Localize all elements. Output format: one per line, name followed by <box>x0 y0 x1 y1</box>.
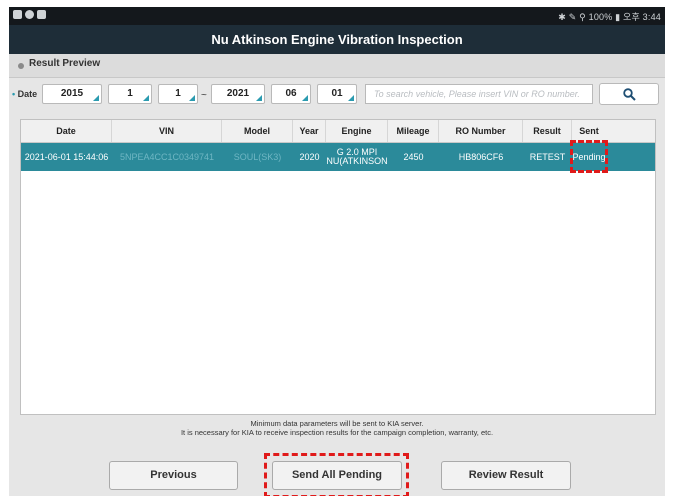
send-all-highlight-box <box>264 453 409 496</box>
table-row[interactable]: 2021-06-01 15:44:06 5NPEA4CC1C0349741 SO… <box>21 143 655 171</box>
date-filter-label: • Date <box>12 89 38 99</box>
cell-result: RETEST <box>529 151 566 162</box>
to-month-select[interactable]: 06 <box>271 84 311 104</box>
table-header: Date VIN Model Year Engine Mileage RO Nu… <box>21 120 655 143</box>
dropdown-corner-icon <box>143 95 149 101</box>
cell-model: SOUL(SK3) <box>233 151 282 162</box>
col-header-date[interactable]: Date <box>21 120 112 142</box>
section-title: Result Preview <box>29 58 101 69</box>
section-header: Result Preview <box>9 54 665 78</box>
col-header-mileage[interactable]: Mileage <box>388 120 439 142</box>
search-button[interactable] <box>599 83 659 105</box>
app-window: ✱ ✎ ⚲ 100% ▮ 오후 3:44 Nu Atkinson Engine … <box>9 7 665 496</box>
dropdown-corner-icon <box>189 95 195 101</box>
from-day-value: 1 <box>175 88 181 99</box>
status-bar: ✱ ✎ ⚲ 100% ▮ 오후 3:44 <box>9 7 665 25</box>
review-result-button[interactable]: Review Result <box>441 461 571 490</box>
to-month-value: 06 <box>285 88 297 99</box>
to-day-select[interactable]: 01 <box>317 84 357 104</box>
cell-date: 2021-06-01 15:44:06 <box>24 151 109 162</box>
briefcase-icon <box>37 10 46 19</box>
cell-year: 2020 <box>299 151 320 162</box>
col-header-result[interactable]: Result <box>523 120 572 142</box>
col-header-year[interactable]: Year <box>293 120 326 142</box>
pending-highlight-box <box>570 140 608 173</box>
status-indicators: ✱ ✎ ⚲ 100% ▮ 오후 3:44 <box>558 12 661 22</box>
col-header-engine[interactable]: Engine <box>326 120 388 142</box>
message-icon <box>25 10 34 19</box>
dropdown-corner-icon <box>93 95 99 101</box>
date-filter-row: • Date 2015 1 1 ~ 2021 06 01 <box>9 82 665 108</box>
date-range-separator: ~ <box>201 90 207 101</box>
to-year-select[interactable]: 2021 <box>211 84 265 104</box>
to-year-value: 2021 <box>226 88 250 99</box>
col-header-ro-number[interactable]: RO Number <box>439 120 523 142</box>
info-note-line-2: It is necessary for KIA to receive inspe… <box>180 428 494 437</box>
dropdown-corner-icon <box>302 95 308 101</box>
results-table: Date VIN Model Year Engine Mileage RO Nu… <box>20 119 656 415</box>
cell-mileage: 2450 <box>403 151 424 162</box>
cell-ro-number: HB806CF6 <box>458 151 504 162</box>
page-title: Nu Atkinson Engine Vibration Inspection <box>9 25 665 54</box>
gallery-icon <box>13 10 22 19</box>
bottom-action-bar: Previous Send All Pending Review Result <box>9 444 665 496</box>
info-note: Minimum data parameters will be sent to … <box>9 419 665 437</box>
dropdown-corner-icon <box>256 95 262 101</box>
from-month-value: 1 <box>127 88 133 99</box>
from-year-select[interactable]: 2015 <box>42 84 102 104</box>
col-header-sent[interactable]: Sent <box>572 120 606 142</box>
info-note-line-1: Minimum data parameters will be sent to … <box>250 419 424 428</box>
from-month-select[interactable]: 1 <box>108 84 152 104</box>
to-day-value: 01 <box>331 88 343 99</box>
search-input[interactable] <box>365 84 593 104</box>
dropdown-corner-icon <box>348 95 354 101</box>
col-header-model[interactable]: Model <box>222 120 293 142</box>
col-header-vin[interactable]: VIN <box>112 120 222 142</box>
cell-engine: G 2.0 MPI NU(ATKINSON <box>326 147 388 166</box>
from-day-select[interactable]: 1 <box>158 84 198 104</box>
cell-vin: 5NPEA4CC1C0349741 <box>119 151 215 162</box>
from-year-value: 2015 <box>60 88 84 99</box>
search-icon <box>623 88 636 101</box>
bullet-icon <box>18 63 24 69</box>
previous-button[interactable]: Previous <box>109 461 238 490</box>
